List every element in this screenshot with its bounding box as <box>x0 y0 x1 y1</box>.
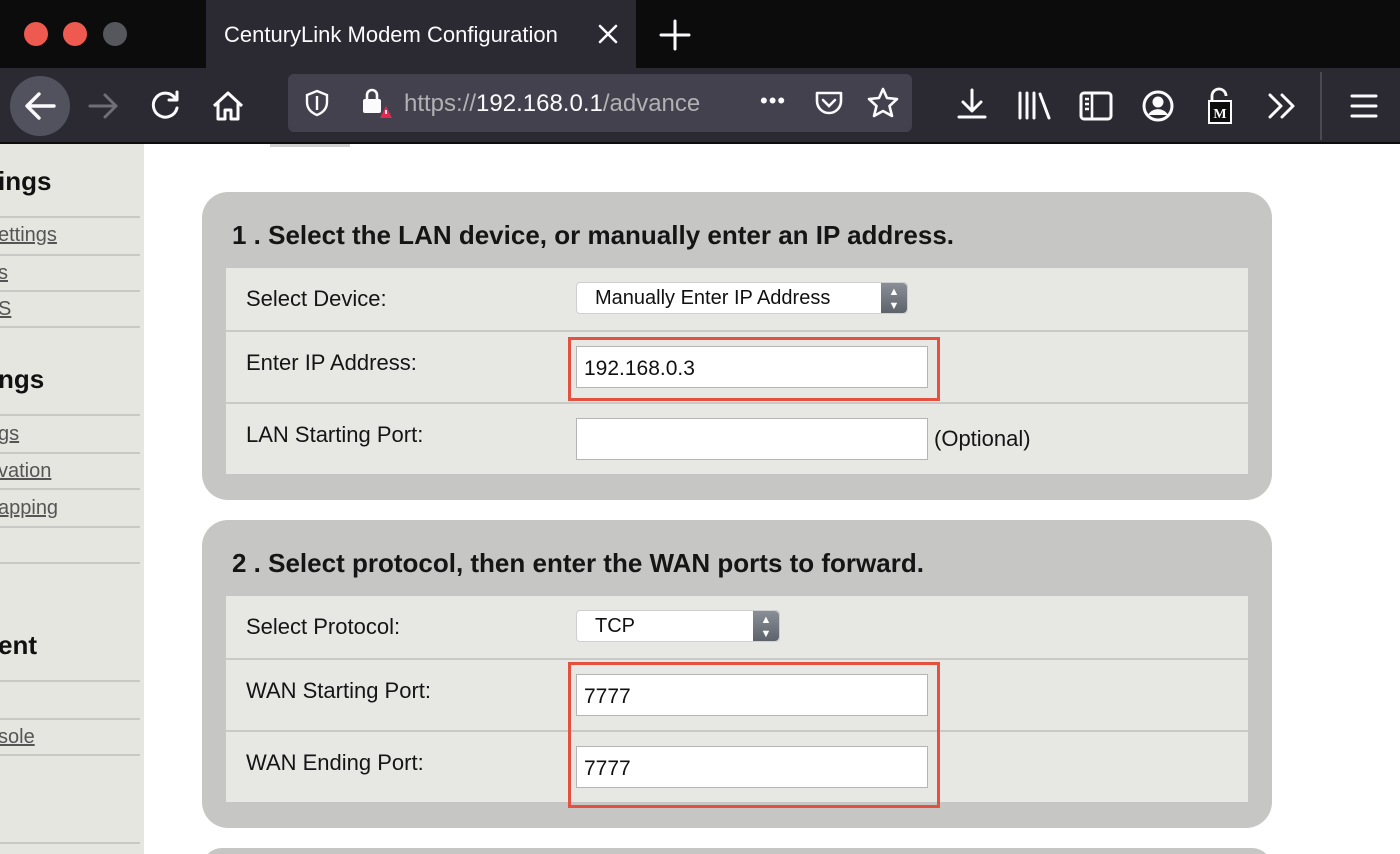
arrow-left-icon <box>25 92 56 120</box>
next-section-panel <box>202 848 1272 854</box>
sidebar-link[interactable]: s <box>0 262 8 285</box>
url-bar[interactable]: https://192.168.0.1/advance ••• <box>288 74 912 132</box>
lan-starting-port-label: LAN Starting Port: <box>246 422 424 447</box>
window-close-button[interactable] <box>24 22 48 46</box>
select-device-dropdown[interactable]: Manually Enter IP Address ▲ ▼ <box>576 282 908 314</box>
optional-note: (Optional) <box>934 426 1031 451</box>
divider <box>0 290 140 292</box>
select-device-label: Select Device: <box>246 286 387 311</box>
chevron-up-down-icon: ▲ ▼ <box>881 283 907 313</box>
select-protocol-value: TCP <box>595 615 635 637</box>
sidebar-link[interactable]: apping <box>0 497 58 520</box>
lan-device-panel: 1 . Select the LAN device, or manually e… <box>202 192 1272 500</box>
sidebar-link[interactable]: vation <box>0 460 51 483</box>
select-protocol-dropdown[interactable]: TCP ▲ ▼ <box>576 610 780 642</box>
sidebar-heading: ent <box>0 630 37 660</box>
svg-text:M: M <box>1213 107 1226 122</box>
back-button[interactable] <box>10 76 70 136</box>
divider <box>0 488 140 490</box>
divider <box>0 526 140 528</box>
tab-active[interactable]: CenturyLink Modem Configuration <box>206 0 636 68</box>
divider <box>0 452 140 454</box>
pocket-icon[interactable] <box>812 86 846 120</box>
sidebar-heading: ings <box>0 166 52 196</box>
section-title: 1 . Select the LAN device, or manually e… <box>232 220 955 250</box>
highlight-box <box>568 337 940 401</box>
table-row: Select Protocol: TCP ▲ ▼ <box>226 596 1248 660</box>
divider <box>0 216 140 218</box>
window-minimize-button[interactable] <box>63 22 87 46</box>
sidebar-link[interactable]: S <box>0 298 11 321</box>
sidebar-link[interactable]: gs <box>0 423 19 446</box>
close-icon[interactable] <box>592 18 624 50</box>
divider <box>0 754 140 756</box>
divider <box>0 254 140 256</box>
select-protocol-label: Select Protocol: <box>246 614 401 639</box>
url-text[interactable]: https://192.168.0.1/advance <box>404 90 744 118</box>
sidebar-icon[interactable] <box>1074 84 1118 128</box>
divider <box>0 326 140 328</box>
insecure-lock-icon[interactable] <box>358 86 392 120</box>
select-device-value: Manually Enter IP Address <box>595 287 831 309</box>
sidebar-shadow <box>270 144 350 147</box>
library-icon[interactable] <box>1012 84 1056 128</box>
hamburger-menu-icon[interactable] <box>1342 84 1386 128</box>
new-tab-button[interactable] <box>656 16 694 54</box>
settings-sidebar: ings ettings s S ngs gs vation apping en… <box>0 144 144 854</box>
sidebar-link[interactable]: ettings <box>0 224 57 247</box>
home-button[interactable] <box>206 84 250 128</box>
tab-title: CenturyLink Modem Configuration <box>224 22 558 47</box>
shield-icon[interactable] <box>302 88 332 118</box>
account-icon[interactable] <box>1136 84 1180 128</box>
section-title: 2 . Select protocol, then enter the WAN … <box>232 548 924 578</box>
chevron-up-down-icon: ▲ ▼ <box>753 611 779 641</box>
divider <box>0 414 140 416</box>
ip-address-label: Enter IP Address: <box>246 350 417 375</box>
extension-icon[interactable]: M <box>1198 84 1242 128</box>
reload-button[interactable] <box>144 84 188 128</box>
forward-button[interactable] <box>82 84 126 128</box>
wan-ending-port-label: WAN Ending Port: <box>246 750 424 775</box>
wan-starting-port-label: WAN Starting Port: <box>246 678 432 703</box>
downloads-icon[interactable] <box>950 84 994 128</box>
more-tools-icon[interactable] <box>1260 84 1304 128</box>
protocol-panel: 2 . Select protocol, then enter the WAN … <box>202 520 1272 828</box>
table-row: LAN Starting Port: (Optional) <box>226 404 1248 474</box>
table-row: Select Device: Manually Enter IP Address… <box>226 268 1248 332</box>
page-content: ings ettings s S ngs gs vation apping en… <box>0 144 1400 854</box>
tab-bar: CenturyLink Modem Configuration <box>0 0 1400 68</box>
divider <box>0 562 140 564</box>
window-maximize-button[interactable] <box>103 22 127 46</box>
divider <box>0 680 140 682</box>
sidebar-link[interactable]: sole <box>0 726 35 749</box>
sidebar-heading: ngs <box>0 364 45 394</box>
navigation-toolbar: https://192.168.0.1/advance ••• M <box>0 68 1400 144</box>
page-actions-button[interactable]: ••• <box>760 88 786 114</box>
bookmark-star-icon[interactable] <box>866 86 900 120</box>
divider <box>0 718 140 720</box>
highlight-box <box>568 662 940 808</box>
lan-starting-port-input[interactable] <box>576 418 928 460</box>
divider <box>0 842 140 844</box>
toolbar-separator <box>1320 72 1322 140</box>
